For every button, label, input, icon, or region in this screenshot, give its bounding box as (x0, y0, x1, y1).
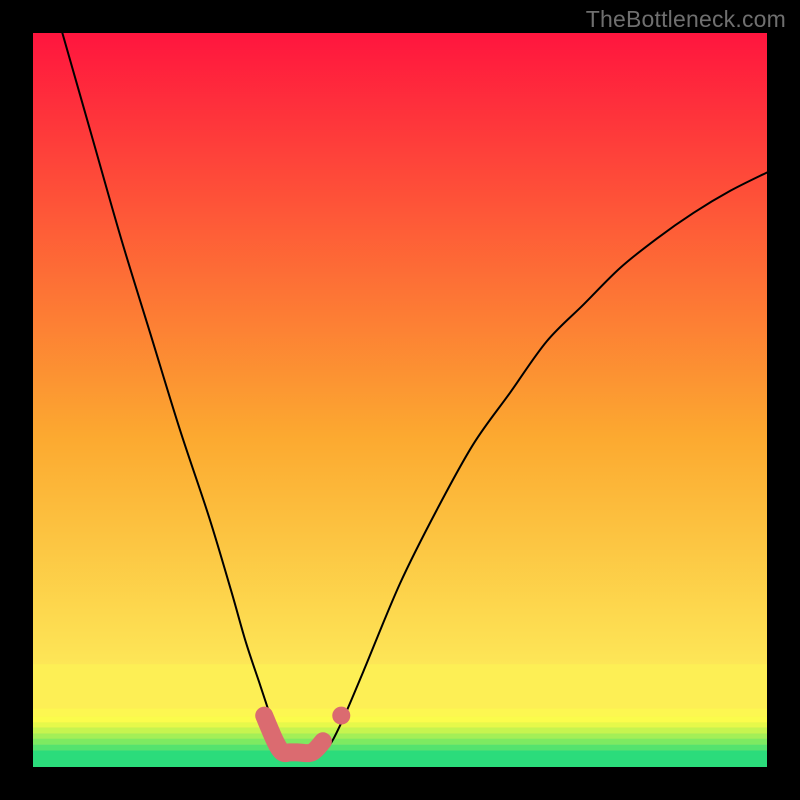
background-gradient (33, 33, 767, 767)
plot-area (33, 33, 767, 767)
highlight-dot (332, 707, 350, 725)
plot-svg (33, 33, 767, 767)
background-bands (33, 664, 767, 767)
watermark-text: TheBottleneck.com (586, 6, 786, 33)
chart-frame: TheBottleneck.com (0, 0, 800, 800)
